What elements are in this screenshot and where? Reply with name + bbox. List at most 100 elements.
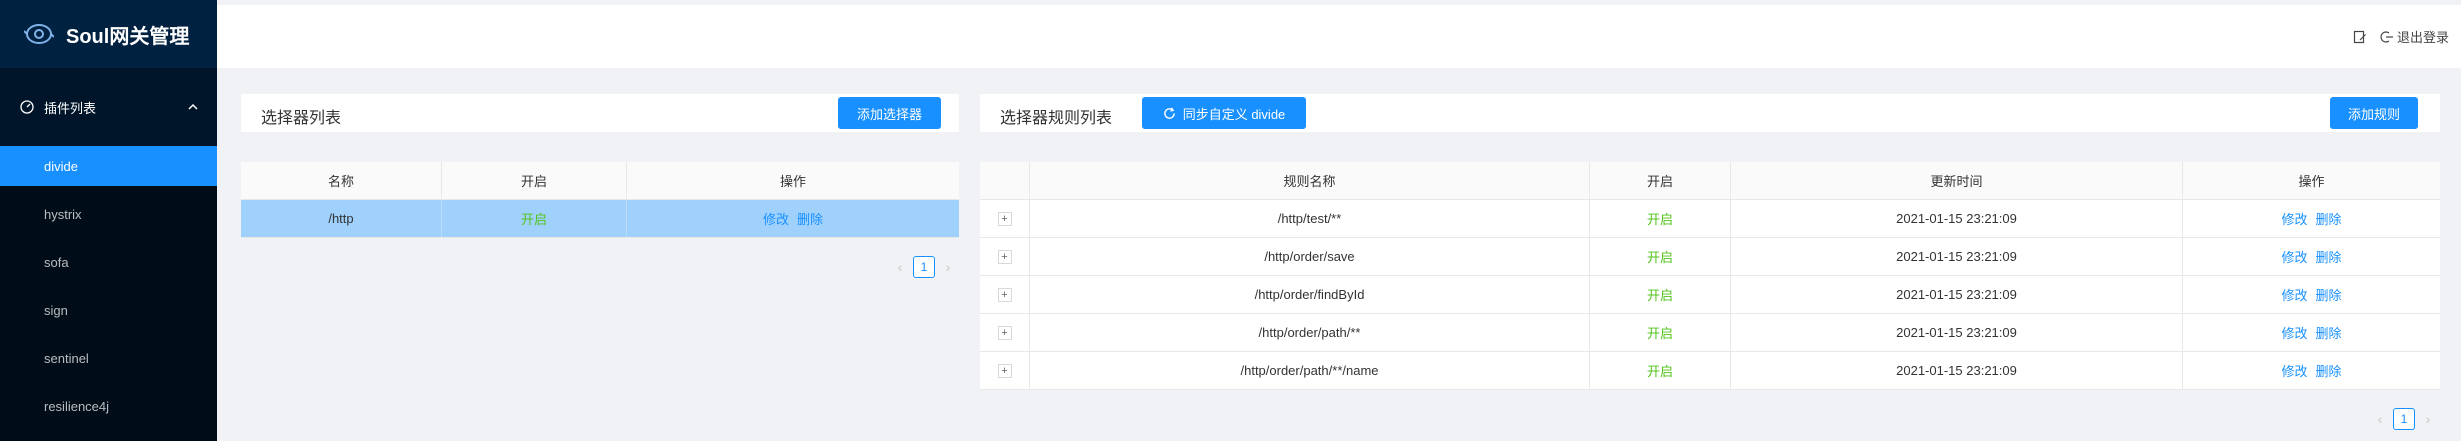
sidebar-item-resilience4j[interactable]: resilience4j — [0, 386, 217, 426]
sidebar-item-sentinel[interactable]: sentinel — [0, 338, 217, 378]
edit-link[interactable]: 修改 — [2281, 323, 2307, 342]
cell-rule-name: /http/order/save — [1030, 238, 1590, 275]
cell-expand: + — [980, 352, 1030, 389]
cell-rule-name: /http/order/path/** — [1030, 314, 1590, 351]
cell-actions: 修改 删除 — [2183, 314, 2440, 351]
plugin-menu: divide hystrix sofa sign sentinel resili… — [0, 146, 217, 441]
expand-plus-icon[interactable]: + — [997, 211, 1012, 226]
sidebar-item-sofa[interactable]: sofa — [0, 242, 217, 282]
cell-updated-time: 2021-01-15 23:21:09 — [1731, 200, 2183, 237]
column-header-enabled: 开启 — [1590, 162, 1731, 199]
cell-status: 开启 — [1590, 238, 1731, 275]
prev-page-icon[interactable]: ‹ — [2373, 411, 2387, 427]
cell-expand: + — [980, 200, 1030, 237]
edit-link[interactable]: 修改 — [2281, 361, 2307, 380]
header-actions: 退出登录 — [2343, 27, 2449, 46]
table-row: + /http/order/save 开启 2021-01-15 23:21:0… — [980, 238, 2440, 276]
table-row: + /http/order/path/** 开启 2021-01-15 23:2… — [980, 314, 2440, 352]
selector-panel-title: 选择器列表 — [261, 110, 342, 127]
edit-link[interactable]: 修改 — [763, 209, 789, 228]
cell-expand: + — [980, 276, 1030, 313]
table-header: 名称 开启 操作 — [241, 162, 959, 200]
sidebar-item-label: divide — [44, 158, 78, 174]
page-number[interactable]: 1 — [2393, 408, 2415, 430]
selector-panel-header: 选择器列表 添加选择器 — [241, 94, 959, 132]
expand-plus-icon[interactable]: + — [997, 249, 1012, 264]
cell-status: 开启 — [1590, 276, 1731, 313]
add-rule-button[interactable]: 添加规则 — [2330, 97, 2418, 129]
sidebar-item-label: sign — [44, 302, 68, 318]
edit-link[interactable]: 修改 — [2281, 209, 2307, 228]
cell-updated-time: 2021-01-15 23:21:09 — [1731, 352, 2183, 389]
header: 退出登录 — [217, 5, 2461, 68]
sidebar: Soul网关管理 插件列表 divide hystrix sofa sign s… — [0, 0, 217, 441]
cell-expand: + — [980, 238, 1030, 275]
delete-link[interactable]: 删除 — [2316, 285, 2342, 304]
cell-updated-time: 2021-01-15 23:21:09 — [1731, 238, 2183, 275]
sidebar-item-sign[interactable]: sign — [0, 290, 217, 330]
rule-table: 规则名称 开启 更新时间 操作 + /http/test/** 开启 2021-… — [980, 162, 2440, 390]
column-header-expand — [980, 162, 1030, 199]
sidebar-item-label: sofa — [44, 254, 69, 270]
cell-actions: 修改 删除 — [627, 200, 959, 237]
cell-rule-name: /http/order/findById — [1030, 276, 1590, 313]
table-row: + /http/order/path/**/name 开启 2021-01-15… — [980, 352, 2440, 390]
column-header-name: 名称 — [241, 162, 442, 199]
delete-link[interactable]: 删除 — [2316, 209, 2342, 228]
cell-actions: 修改 删除 — [2183, 200, 2440, 237]
column-header-updated-time: 更新时间 — [1731, 162, 2183, 199]
expand-plus-icon[interactable]: + — [997, 287, 1012, 302]
delete-link[interactable]: 删除 — [2316, 323, 2342, 342]
expand-plus-icon[interactable]: + — [997, 363, 1012, 378]
cell-updated-time: 2021-01-15 23:21:09 — [1731, 314, 2183, 351]
submenu-plugin-list[interactable]: 插件列表 — [0, 68, 217, 146]
column-header-enabled: 开启 — [442, 162, 627, 199]
sidebar-item-divide[interactable]: divide — [0, 146, 217, 186]
edit-link[interactable]: 修改 — [2281, 285, 2307, 304]
cell-updated-time: 2021-01-15 23:21:09 — [1731, 276, 2183, 313]
column-header-actions: 操作 — [779, 174, 806, 189]
table-row[interactable]: /http 开启 修改 删除 — [241, 200, 959, 238]
sidebar-item-label: hystrix — [44, 206, 82, 222]
prev-page-icon[interactable]: ‹ — [893, 259, 907, 275]
logo[interactable]: Soul网关管理 — [0, 0, 217, 68]
cell-name: /http — [241, 200, 442, 237]
logout-link[interactable]: 退出登录 — [2397, 27, 2449, 46]
rule-panel-header: 选择器规则列表 同步自定义 divide 添加规则 — [980, 94, 2440, 132]
next-page-icon[interactable]: › — [941, 259, 955, 275]
rule-pagination: ‹ 1 › — [2373, 408, 2435, 430]
logout-icon[interactable] — [2380, 30, 2394, 44]
expand-plus-icon[interactable]: + — [997, 325, 1012, 340]
app-title: Soul网关管理 — [66, 25, 190, 48]
cell-status: 开启 — [1590, 352, 1731, 389]
column-header-rule-name: 规则名称 — [1030, 162, 1590, 199]
cell-expand: + — [980, 314, 1030, 351]
submenu-label: 插件列表 — [44, 100, 97, 116]
cell-status: 开启 — [1590, 314, 1731, 351]
sidebar-item-label: resilience4j — [44, 398, 110, 414]
cell-status: 开启 — [1590, 200, 1731, 237]
edit-link[interactable]: 修改 — [2281, 247, 2307, 266]
table-header: 规则名称 开启 更新时间 操作 — [980, 162, 2440, 200]
cell-rule-name: /http/order/path/**/name — [1030, 352, 1590, 389]
delete-link[interactable]: 删除 — [797, 209, 823, 228]
sync-icon — [1163, 107, 1175, 119]
selector-pagination: ‹ 1 › — [893, 256, 955, 278]
sidebar-item-hystrix[interactable]: hystrix — [0, 194, 217, 234]
rule-panel-title: 选择器规则列表 — [1000, 110, 1113, 127]
table-row: + /http/order/findById 开启 2021-01-15 23:… — [980, 276, 2440, 314]
add-selector-button[interactable]: 添加选择器 — [838, 97, 941, 129]
sync-divide-button[interactable]: 同步自定义 divide — [1142, 97, 1306, 129]
page-number[interactable]: 1 — [913, 256, 935, 278]
chevron-up-icon — [188, 103, 198, 110]
sidebar-item-label: sentinel — [44, 350, 89, 366]
edit-document-icon[interactable] — [2353, 30, 2367, 44]
delete-link[interactable]: 删除 — [2316, 247, 2342, 266]
cell-status: 开启 — [442, 200, 627, 237]
next-page-icon[interactable]: › — [2421, 411, 2435, 427]
cell-actions: 修改 删除 — [2183, 276, 2440, 313]
sync-button-label: 同步自定义 divide — [1182, 106, 1286, 122]
selector-table: 名称 开启 操作 /http 开启 修改 删除 — [241, 162, 959, 238]
dashboard-icon — [20, 100, 34, 114]
delete-link[interactable]: 删除 — [2316, 361, 2342, 380]
